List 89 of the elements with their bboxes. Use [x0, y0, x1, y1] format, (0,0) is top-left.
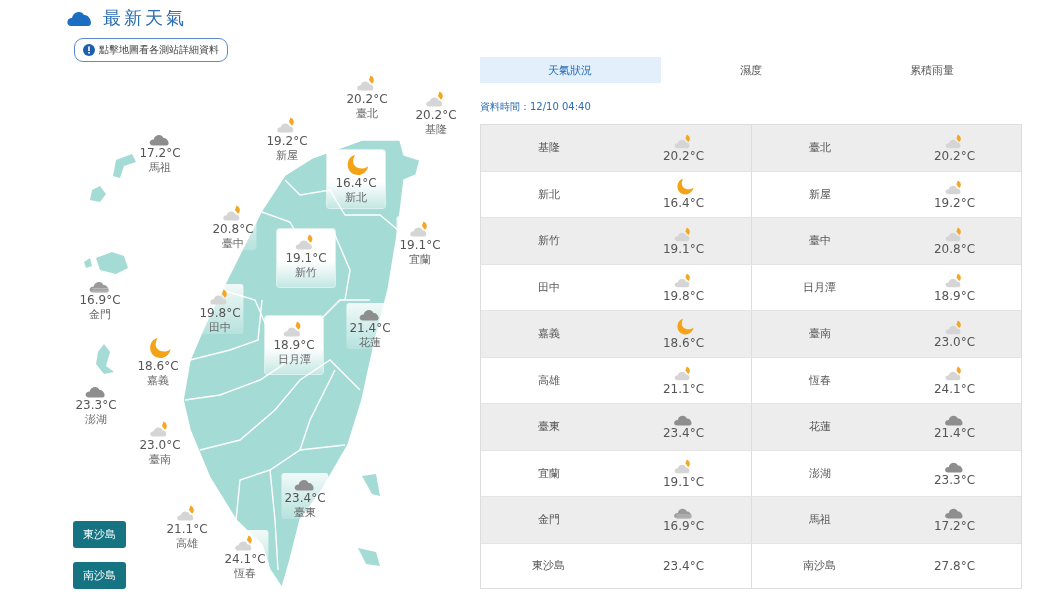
station-name: 宜蘭 — [409, 253, 431, 266]
temperature-text: 21.1°C — [166, 522, 208, 537]
station-name: 田中 — [209, 321, 231, 334]
station-name: 基隆 — [425, 123, 447, 136]
station-name: 臺南 — [149, 453, 171, 466]
temperature-text: 20.8°C — [212, 222, 254, 237]
temperature-text: 21.4°C — [933, 426, 976, 441]
notice-pill[interactable]: 點擊地圖看各測站詳細資料 — [74, 38, 228, 62]
island-button[interactable]: 東沙島 — [73, 521, 126, 548]
cloud-icon — [67, 9, 93, 27]
station-name: 日月潭 — [277, 353, 311, 366]
station-name: 臺中 — [807, 233, 832, 249]
station-name: 新屋 — [807, 186, 832, 202]
station-marker[interactable]: 16.4°C 新北 — [327, 150, 385, 208]
station-name: 高雄 — [176, 537, 198, 550]
station-name: 宜蘭 — [536, 465, 561, 481]
station-name: 花蓮 — [359, 336, 381, 350]
data-time-text: 資料時間：12/10 04:40 — [480, 100, 592, 114]
station-name: 金門 — [89, 308, 111, 322]
temperature-text: 21.1°C — [662, 381, 705, 396]
info-icon — [83, 44, 95, 56]
station-name: 南沙島 — [802, 558, 837, 573]
station-name: 澎湖 — [807, 465, 832, 481]
temperature-text: 18.6°C — [137, 359, 179, 375]
station-name: 恆春 — [807, 372, 832, 388]
station-name: 嘉義 — [147, 374, 169, 388]
temperature-text: 16.9°C — [662, 519, 705, 534]
tab[interactable]: 天氣狀況 — [480, 57, 661, 83]
station-name: 馬祖 — [149, 161, 171, 175]
temperature-text: 18.6°C — [662, 335, 705, 350]
station-name: 花蓮 — [807, 419, 832, 435]
station-name: 金門 — [536, 512, 561, 528]
station-name: 澎湖 — [85, 413, 107, 427]
temperature-text: 21.4°C — [349, 321, 391, 337]
station-name: 新竹 — [536, 233, 561, 249]
station-name: 臺北 — [807, 140, 832, 156]
station-name: 臺南 — [807, 326, 832, 342]
temperature-text: 17.2°C — [933, 519, 976, 534]
station-name: 新北 — [345, 191, 367, 205]
temperature-text: 20.2°C — [346, 92, 388, 107]
island-button[interactable]: 南沙島 — [73, 562, 126, 589]
temperature-text: 20.2°C — [933, 149, 976, 163]
page-title: 最新天氣 — [103, 6, 187, 30]
temperature-text: 24.1°C — [933, 381, 976, 396]
temperature-text: 19.8°C — [199, 306, 241, 321]
notice-text: 點擊地圖看各測站詳細資料 — [99, 43, 219, 57]
temperature-text: 23.0°C — [933, 335, 976, 349]
temperature-text: 17.2°C — [139, 146, 181, 162]
station-name: 恆春 — [234, 567, 256, 580]
temperature-text: 19.2°C — [266, 134, 308, 149]
station-name: 高雄 — [536, 372, 561, 388]
station-name: 馬祖 — [807, 512, 832, 528]
station-marker[interactable]: 18.9°C 日月潭 — [265, 316, 323, 374]
temperature-text: 20.8°C — [933, 242, 976, 256]
station-name: 田中 — [536, 279, 561, 295]
temperature-text: 19.1°C — [662, 474, 705, 489]
station-name: 臺中 — [222, 237, 244, 250]
temperature-text: 16.4°C — [662, 196, 705, 211]
temperature-text: 20.2°C — [662, 149, 705, 163]
station-marker[interactable]: 23.4°C 臺東 — [281, 473, 329, 520]
temperature-text: 18.9°C — [933, 288, 976, 303]
temperature-text: 23.4°C — [662, 558, 705, 573]
station-name: 臺東 — [294, 506, 316, 520]
temperature-text: 23.4°C — [662, 426, 705, 441]
station-name: 東沙島 — [531, 558, 566, 573]
temperature-text: 19.2°C — [933, 195, 976, 210]
station-name: 新屋 — [276, 149, 298, 162]
temperature-text: 19.8°C — [662, 288, 705, 303]
station-name: 日月潭 — [802, 279, 837, 295]
temperature-text: 27.8°C — [933, 558, 976, 573]
station-name: 臺北 — [356, 107, 378, 120]
temperature-text: 16.4°C — [335, 176, 377, 192]
station-name: 新北 — [536, 186, 561, 202]
temperature-text: 19.1°C — [285, 251, 327, 266]
temperature-text: 16.9°C — [79, 293, 121, 309]
station-name: 新竹 — [295, 266, 317, 279]
station-name: 基隆 — [536, 140, 561, 156]
temperature-text: 23.3°C — [933, 472, 976, 487]
station-name: 嘉義 — [536, 326, 561, 342]
station-marker[interactable]: 19.1°C 新竹 — [277, 229, 335, 287]
temperature-text: 20.2°C — [415, 108, 457, 123]
temperature-text: 23.3°C — [75, 398, 117, 414]
temperature-text: 19.1°C — [662, 242, 705, 256]
temperature-text: 24.1°C — [224, 552, 266, 567]
temperature-text: 19.1°C — [399, 238, 441, 253]
temperature-text: 18.9°C — [273, 338, 315, 353]
temperature-text: 23.0°C — [139, 438, 181, 453]
station-name: 臺東 — [536, 419, 561, 435]
temperature-text: 23.4°C — [284, 491, 326, 507]
